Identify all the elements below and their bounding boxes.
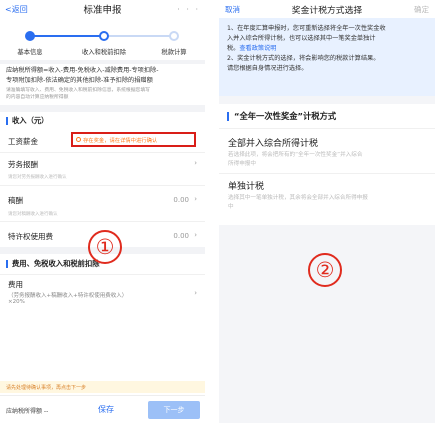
labor-row[interactable]: 劳务报酬 › 请您对劳务报酬收入进行确认 xyxy=(0,152,205,185)
alert-icon xyxy=(76,137,81,142)
page-title: 标准申报 xyxy=(83,5,122,16)
option-separate[interactable]: 单独计税 选择其中一笔单独计税，其余将会全部并入综合所得申报 中 xyxy=(219,173,435,225)
alert-text: 存在奖金，请在详情中进行确认 xyxy=(83,137,158,144)
step-label-income: 收入和税前扣除 xyxy=(81,49,127,56)
annotation-marker: ① xyxy=(88,230,122,264)
method-heading-text: “全年一次性奖金”计税方式 xyxy=(234,111,337,121)
save-button[interactable]: 保存 xyxy=(98,404,114,415)
bonus-alert[interactable]: 存在奖金，请在详情中进行确认 xyxy=(71,132,196,147)
left-screen: <返回 标准申报 · · · 基本信息 收入和税前扣除 税款计算 应纳税所得额=… xyxy=(0,0,205,423)
option-desc: 选择其中一笔单独计税，其余将会全部并入综合所得申报 xyxy=(228,195,368,201)
fee-formula-rate: ×20% xyxy=(8,299,25,305)
fee-formula: （劳务报酬收入+稿酬收入+特许权使用费收入） xyxy=(8,293,128,299)
step-line-todo xyxy=(104,35,174,37)
right-screen: 取消 奖金计税方式选择 确定 1、在年度汇算申报时，您可重新选择将全年一次性奖金… xyxy=(219,0,435,423)
formula-line: 专项附加扣除-依法确定的其他扣除-准予扣除的捐赠额 xyxy=(6,77,153,84)
section-bar xyxy=(227,111,229,121)
section-title: 费用、免税收入和税前扣除 xyxy=(12,259,100,268)
step-dot-basic xyxy=(25,31,35,41)
policy-link[interactable]: 查看政策说明 xyxy=(239,45,276,52)
section-bar xyxy=(6,117,8,125)
row-label: 工资薪金 xyxy=(8,137,38,146)
fee-row[interactable]: 费用 （劳务报酬收入+稿酬收入+特许权使用费收入） ×20% › xyxy=(0,274,205,316)
formula-note: 请准确填写收入、费用、免税收入和税前扣除信息，系统根据您填写 的内容自动计算应纳… xyxy=(0,86,205,105)
taxable-income-total: 应纳税所得额 -- xyxy=(6,408,49,415)
tip-line: 税。 xyxy=(227,45,240,52)
modal-nav: 取消 奖金计税方式选择 确定 xyxy=(219,0,435,18)
tip-line: 请您根据自身情况进行选择。 xyxy=(227,65,308,72)
modal-title: 奖金计税方式选择 xyxy=(291,5,363,16)
method-card: “全年一次性奖金”计税方式 全部并入综合所得计税 若选择此项，将会把所有的“全年… xyxy=(219,104,435,225)
royalty-row[interactable]: 稿酬 0.00 › 请您对稿酬收入进行确认 xyxy=(0,185,205,221)
option-desc: 中 xyxy=(228,203,234,210)
back-button[interactable]: <返回 xyxy=(5,4,28,15)
option-title: 全部并入综合所得计税 xyxy=(228,139,319,149)
note-line: 的内容自动计算应纳税所得额 xyxy=(6,94,69,100)
row-value: 0.00 xyxy=(173,196,189,204)
method-heading: “全年一次性奖金”计税方式 xyxy=(219,104,435,128)
chevron-right-icon: › xyxy=(194,159,197,167)
confirm-button[interactable]: 确定 xyxy=(414,4,429,15)
row-label: 稿酬 xyxy=(8,196,23,205)
step-label-tax: 税款计算 xyxy=(161,49,187,56)
info-tip: 1、在年度汇算申报时，您可重新选择将全年一次性奖金收 入并入综合所得计税，也可以… xyxy=(219,18,435,96)
formula-line: 应纳税所得额=收入-费用-免税收入-减除费用-专项扣除- xyxy=(6,67,159,74)
section-title: 收入（元） xyxy=(12,116,49,125)
option-combined[interactable]: 全部并入综合所得计税 若选择此项，将会把所有的“全年一次性奖金”并入综合 所得申… xyxy=(219,128,435,173)
bottom-bar: 应纳税所得额 -- 保存 下一步 xyxy=(0,395,205,423)
step-dot-tax xyxy=(169,31,179,41)
tip-line: 2、奖金计税方式的选择，将会影响您的税款计算结果。 xyxy=(227,55,380,62)
formula-text: 应纳税所得额=收入-费用-免税收入-减除费用-专项扣除- 专项附加扣除-依法确定… xyxy=(0,64,205,86)
next-button[interactable]: 下一步 xyxy=(148,401,200,419)
row-hint: 请您对劳务报酬收入进行确认 xyxy=(8,175,67,180)
section-bar xyxy=(6,260,8,268)
divider xyxy=(0,105,205,112)
step-label-basic: 基本信息 xyxy=(17,49,43,56)
salary-row[interactable]: 工资薪金 存在奖金，请在详情中进行确认 xyxy=(0,130,205,152)
tip-line: 1、在年度汇算申报时，您可重新选择将全年一次性奖金收 xyxy=(227,25,386,32)
row-label: 特许权使用费 xyxy=(8,232,53,241)
option-desc: 若选择此项，将会把所有的“全年一次性奖金”并入综合 xyxy=(228,152,363,158)
row-hint: 请您对稿酬收入进行确认 xyxy=(8,212,58,217)
row-label: 费用 xyxy=(8,280,23,289)
chevron-right-icon: › xyxy=(194,195,197,203)
annotation-marker: ② xyxy=(308,253,342,287)
row-value: 0.00 xyxy=(173,232,189,240)
top-nav: <返回 标准申报 · · · xyxy=(0,0,205,18)
chevron-right-icon: › xyxy=(194,289,197,297)
chevron-right-icon: › xyxy=(194,231,197,239)
warning-bar: 请先处理待确认事项，再点击下一步 xyxy=(0,381,205,393)
progress-steps: 基本信息 收入和税前扣除 税款计算 xyxy=(0,18,205,60)
step-dot-income xyxy=(99,31,109,41)
more-icon[interactable]: · · · xyxy=(177,5,200,14)
cancel-button[interactable]: 取消 xyxy=(225,4,240,15)
tip-line: 入并入综合所得计税，也可以选择其中一笔奖金单独计 xyxy=(227,35,376,42)
row-label: 劳务报酬 xyxy=(8,160,38,169)
step-line-done xyxy=(30,35,104,37)
option-desc: 所得申报中 xyxy=(228,160,256,167)
option-title: 单独计税 xyxy=(228,182,265,192)
income-section-header: 收入（元） xyxy=(0,112,205,130)
